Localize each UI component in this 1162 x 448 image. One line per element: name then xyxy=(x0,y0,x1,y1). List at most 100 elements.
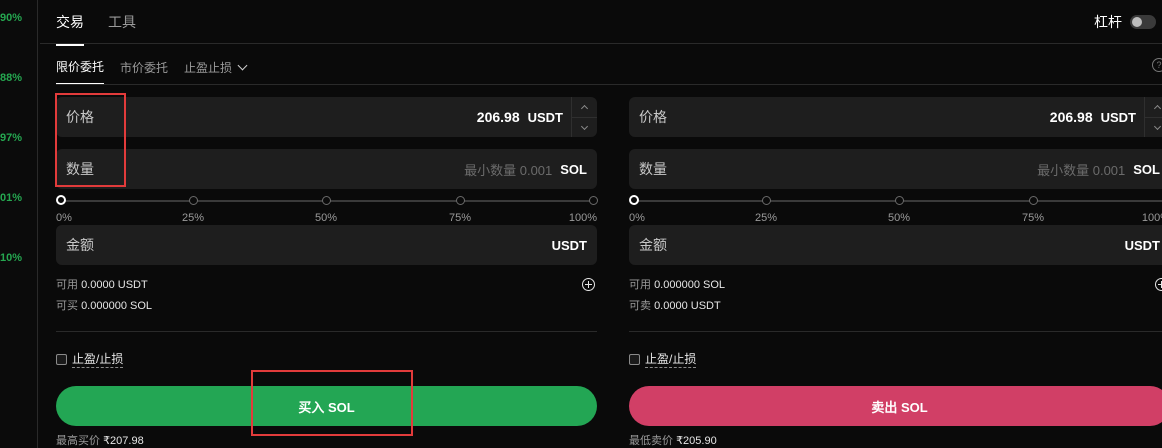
price-label: 价格 xyxy=(639,109,667,125)
sell-sol-button[interactable]: 卖出 SOL xyxy=(629,386,1162,426)
price-value: 206.98 xyxy=(476,109,520,125)
best-sell-value: ₹205.90 xyxy=(676,435,717,447)
help-icon[interactable]: ? xyxy=(1152,58,1162,72)
slider-stop[interactable] xyxy=(1029,196,1038,205)
tab-tools[interactable]: 工具 xyxy=(108,12,136,46)
sell-tp-sl-checkbox[interactable]: 止盈/止损 xyxy=(629,350,1162,368)
slider-stop[interactable] xyxy=(456,196,465,205)
top-tabs: 交易 工具 xyxy=(56,12,136,46)
slider-stop[interactable] xyxy=(589,196,598,205)
tab-tp-sl-order[interactable]: 止盈止损 xyxy=(184,59,248,84)
buy-price-input[interactable]: 价格 206.98 USDT xyxy=(56,97,597,137)
slider-handle[interactable] xyxy=(629,195,639,205)
amount-unit: USDT xyxy=(1124,237,1160,253)
divider xyxy=(629,331,1162,332)
max-sell-label: 可卖 xyxy=(629,300,651,312)
amount-label: 金额 xyxy=(66,237,94,253)
checkbox-box[interactable] xyxy=(56,353,67,365)
price-increment-button[interactable] xyxy=(1145,97,1162,117)
buy-tp-sl-checkbox[interactable]: 止盈/止损 xyxy=(56,350,597,368)
price-unit: USDT xyxy=(527,109,563,125)
buy-balance-info: 可用 0.0000 USDT 可买 0.000000 SOL xyxy=(56,275,597,317)
buy-sol-button[interactable]: 买入 SOL xyxy=(56,386,597,426)
tab-limit-order[interactable]: 限价委托 xyxy=(56,58,105,85)
slider-tick-label: 75% xyxy=(1021,212,1045,224)
slider-tick-label: 0% xyxy=(56,212,72,224)
amount-unit: USDT xyxy=(551,237,587,253)
chevron-up-icon xyxy=(1153,104,1162,113)
tp-sl-order-label: 止盈止损 xyxy=(184,61,233,75)
sell-price-input[interactable]: 价格 206.98 USDT xyxy=(629,97,1162,137)
best-sell-label: 最低卖价 xyxy=(629,435,673,447)
slider-tick-label: 0% xyxy=(629,212,645,224)
change-percent: 88% xyxy=(0,72,23,84)
divider xyxy=(56,84,1162,85)
sell-amount-input[interactable]: 金额 USDT xyxy=(629,225,1162,265)
slider-tick-label: 50% xyxy=(314,212,338,224)
price-unit: USDT xyxy=(1100,109,1136,125)
chevron-down-icon xyxy=(237,60,248,71)
quantity-unit: SOL xyxy=(560,161,587,177)
slider-tick-label: 75% xyxy=(448,212,472,224)
deposit-plus-icon[interactable] xyxy=(582,278,595,291)
divider xyxy=(40,43,1162,44)
tp-sl-label: 止盈/止损 xyxy=(645,352,697,368)
price-increment-button[interactable] xyxy=(572,97,597,117)
checkbox-box[interactable] xyxy=(629,353,640,365)
quantity-unit: SOL xyxy=(1133,161,1160,177)
max-sell-value: 0.0000 USDT xyxy=(654,300,721,312)
best-sell-price: 最低卖价 ₹205.90 xyxy=(629,432,1162,448)
best-buy-value: ₹207.98 xyxy=(103,435,144,447)
order-type-tabs: 限价委托 市价委托 止盈止损 xyxy=(56,58,248,85)
slider-handle[interactable] xyxy=(56,195,66,205)
buy-amount-input[interactable]: 金额 USDT xyxy=(56,225,597,265)
sell-form: 价格 206.98 USDT 数量 最小数量 0.001 SOL 0% 25% … xyxy=(629,97,1162,448)
quantity-placeholder: 最小数量 0.001 xyxy=(1037,162,1126,178)
slider-stop[interactable] xyxy=(322,196,331,205)
available-label: 可用 xyxy=(629,279,651,291)
buy-form: 价格 206.98 USDT 数量 最小数量 0.001 SOL 0% 25% … xyxy=(56,97,598,448)
max-buy-value: 0.000000 SOL xyxy=(81,300,153,312)
change-percent: 10% xyxy=(0,252,23,264)
change-percent: 97% xyxy=(0,132,23,144)
price-stepper xyxy=(571,97,597,137)
chevron-up-icon xyxy=(580,104,589,113)
slider-tick-label: 25% xyxy=(181,212,205,224)
market-list-strip: 90% 88% 97% 01% 10% xyxy=(0,0,38,448)
available-value: 0.0000 USDT xyxy=(81,279,148,291)
buy-percent-slider[interactable]: 0% 25% 50% 75% 100% xyxy=(56,191,598,229)
chevron-down-icon xyxy=(580,122,589,130)
chevron-down-icon xyxy=(1153,122,1162,130)
leverage-toggle[interactable] xyxy=(1130,15,1156,29)
slider-tick-label: 25% xyxy=(754,212,778,224)
max-buy-label: 可买 xyxy=(56,300,78,312)
quantity-label: 数量 xyxy=(639,161,667,177)
tp-sl-label: 止盈/止损 xyxy=(72,352,124,368)
price-stepper xyxy=(1144,97,1162,137)
best-buy-label: 最高买价 xyxy=(56,435,100,447)
sell-percent-slider[interactable]: 0% 25% 50% 75% 100% xyxy=(629,191,1162,229)
tab-market-order[interactable]: 市价委托 xyxy=(120,59,168,84)
divider xyxy=(56,331,597,332)
price-value: 206.98 xyxy=(1049,109,1093,125)
available-label: 可用 xyxy=(56,279,78,291)
slider-stop[interactable] xyxy=(189,196,198,205)
price-decrement-button[interactable] xyxy=(572,117,597,137)
slider-tick-label: 50% xyxy=(887,212,911,224)
sell-quantity-input[interactable]: 数量 最小数量 0.001 SOL xyxy=(629,149,1162,189)
trade-panel: 交易 工具 杠杆 限价委托 市价委托 止盈止损 ? 价格 206.98 USDT xyxy=(40,0,1162,448)
leverage-control: 杠杆 xyxy=(1094,12,1156,32)
leverage-label: 杠杆 xyxy=(1094,14,1122,30)
slider-tick-label: 100% xyxy=(1141,212,1162,224)
sell-balance-info: 可用 0.000000 SOL 可卖 0.0000 USDT xyxy=(629,275,1162,317)
quantity-label: 数量 xyxy=(66,161,94,177)
tab-trade[interactable]: 交易 xyxy=(56,12,84,46)
amount-label: 金额 xyxy=(639,237,667,253)
deposit-plus-icon[interactable] xyxy=(1155,278,1162,291)
price-decrement-button[interactable] xyxy=(1145,117,1162,137)
quantity-placeholder: 最小数量 0.001 xyxy=(464,162,553,178)
buy-quantity-input[interactable]: 数量 最小数量 0.001 SOL xyxy=(56,149,597,189)
slider-stop[interactable] xyxy=(762,196,771,205)
available-value: 0.000000 SOL xyxy=(654,279,726,291)
slider-stop[interactable] xyxy=(895,196,904,205)
